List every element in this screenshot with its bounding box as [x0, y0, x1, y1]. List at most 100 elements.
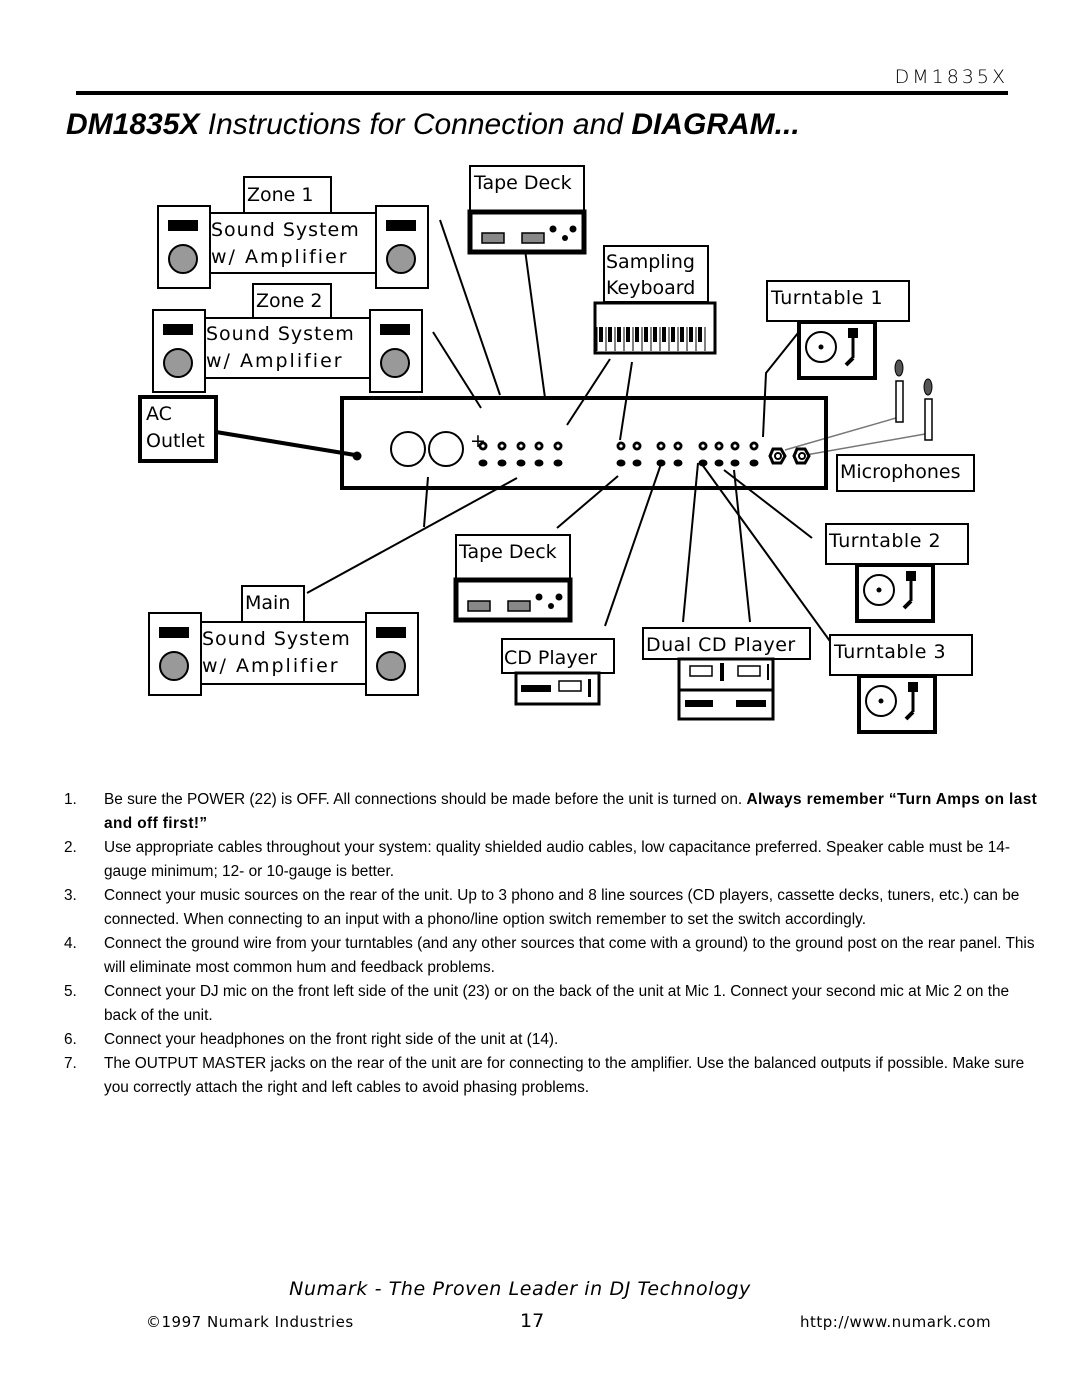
instruction-text: Connect your music sources on the rear o… — [104, 887, 1020, 928]
header-rule — [76, 91, 1008, 95]
instruction-number: 2. — [64, 839, 77, 856]
piano-key-icon — [635, 327, 639, 342]
turntable3-label: Turntable 3 — [833, 641, 946, 663]
input-jack-icon — [497, 459, 507, 467]
piano-key-icon — [644, 327, 648, 342]
keyboard-line1: Sampling — [606, 251, 695, 273]
tape-deck-icon — [456, 580, 570, 620]
turntable-icon — [797, 320, 877, 380]
cable-keyboard-2 — [619, 361, 633, 441]
cable-keyboard-1 — [566, 358, 611, 426]
piano-key-icon — [671, 327, 675, 342]
cable-turntable3 — [700, 462, 841, 656]
cable-ac-power — [215, 430, 356, 457]
turntable-2: Turntable 2 — [825, 523, 969, 623]
zone1-line2: w/ Amplifier — [211, 246, 349, 268]
tape-deck-top-label: Tape Deck — [473, 172, 572, 194]
input-jack-icon — [698, 459, 708, 467]
ac-outlet: AC Outlet — [138, 395, 218, 463]
zone1-system: Zone 1 Sound System w/ Amplifier — [157, 176, 429, 289]
main-label: Main — [245, 592, 290, 614]
cd-player-label: CD Player — [504, 647, 597, 669]
instruction-item: 7. The OUTPUT MASTER jacks on the rear of… — [64, 1052, 1039, 1100]
sampling-keyboard: Sampling Keyboard — [593, 245, 717, 355]
instruction-text: Connect the ground wire from your turnta… — [104, 935, 1035, 976]
tape-deck-bottom: Tape Deck — [456, 534, 570, 620]
instruction-text: Connect your headphones on the front rig… — [104, 1031, 559, 1048]
input-jack-icon — [749, 459, 759, 467]
microphone-icon — [895, 380, 904, 423]
ac-outlet-line2: Outlet — [146, 430, 205, 452]
tape-deck-bottom-label: Tape Deck — [458, 541, 557, 563]
instruction-item: 4. Connect the ground wire from your turn… — [64, 932, 1039, 980]
tape-deck-top: Tape Deck — [470, 165, 584, 252]
speaker-icon — [148, 612, 202, 696]
speaker-icon — [365, 612, 419, 696]
piano-key-icon — [608, 327, 612, 342]
instruction-item: 2. Use appropriate cables throughout your… — [64, 836, 1039, 884]
instruction-number: 4. — [64, 935, 77, 952]
speaker-icon — [375, 205, 429, 289]
instruction-item: 3. Connect your music sources on the rear… — [64, 884, 1039, 932]
input-jack-icon — [616, 459, 626, 467]
piano-key-icon — [698, 327, 702, 342]
piano-key-icon — [599, 327, 603, 342]
instruction-text: Connect your DJ mic on the front left si… — [104, 983, 1010, 1024]
website-link[interactable]: http://www.numark.com — [800, 1313, 991, 1331]
input-jack-icon — [673, 459, 683, 467]
instruction-number: 5. — [64, 983, 77, 1000]
input-jack-icon — [714, 459, 724, 467]
piano-key-icon — [626, 327, 630, 342]
cd-player: CD Player — [501, 638, 615, 706]
connection-diagram: Zone 1 Sound System w/ Amplifier Zone 2 … — [138, 165, 975, 734]
input-jack-icon — [553, 459, 563, 467]
zone1-line1: Sound System — [211, 219, 360, 241]
piano-key-icon — [689, 327, 693, 342]
cable-main-2 — [423, 476, 429, 528]
zone2-label: Zone 2 — [256, 290, 323, 312]
keyboard-line2: Keyboard — [606, 277, 695, 299]
header-model-name: DM1835X — [894, 66, 1008, 88]
tagline: Numark - The Proven Leader in DJ Technol… — [0, 1278, 1080, 1300]
piano-key-icon — [662, 327, 666, 342]
turntable1-label: Turntable 1 — [770, 287, 883, 309]
instruction-text: The OUTPUT MASTER jacks on the rear of t… — [104, 1055, 1025, 1096]
tagline-text: Numark - The Proven Leader in DJ Technol… — [289, 1278, 751, 1300]
main-line1: Sound System — [202, 628, 351, 650]
cable-mic-2 — [799, 433, 926, 457]
turntable2-label: Turntable 2 — [828, 530, 941, 552]
input-jack-icon — [478, 459, 488, 467]
page-number: 17 — [520, 1310, 545, 1332]
instruction-number: 3. — [64, 887, 77, 904]
piano-key-icon — [680, 327, 684, 342]
input-jack-icon — [534, 459, 544, 467]
mixer-unit-icon: + — [340, 396, 828, 490]
instruction-number: 1. — [64, 791, 77, 808]
zone2-line2: w/ Amplifier — [206, 350, 344, 372]
zone2-line1: Sound System — [206, 323, 355, 345]
copyright: ©1997 Numark Industries — [146, 1313, 354, 1331]
cable-turntable1 — [762, 332, 799, 438]
tape-deck-icon — [470, 212, 584, 252]
cable-mic-1 — [784, 417, 897, 451]
input-jack-icon — [730, 459, 740, 467]
instruction-number: 7. — [64, 1055, 77, 1072]
ac-outlet-line1: AC — [146, 403, 172, 425]
piano-key-icon — [617, 327, 621, 342]
input-jack-icon — [632, 459, 642, 467]
dual-cd-player-label: Dual CD Player — [646, 634, 796, 656]
piano-key-icon — [653, 327, 657, 342]
turntable-icon — [855, 563, 935, 623]
turntable-icon — [857, 674, 937, 734]
input-jack-icon — [656, 459, 666, 467]
main-system: Main Sound System w/ Amplifier — [148, 585, 419, 696]
dual-cd-player-icon — [677, 657, 775, 721]
zone1-label: Zone 1 — [247, 184, 314, 206]
instruction-item: 5. Connect your DJ mic on the front left … — [64, 980, 1039, 1028]
instruction-item: 6. Connect your headphones on the front r… — [64, 1028, 1039, 1052]
title-model: DM1835X — [66, 108, 200, 141]
instruction-number: 6. — [64, 1031, 77, 1048]
instruction-text: Be sure the POWER (22) is OFF. All conne… — [104, 791, 747, 808]
instructions-list: 1. Be sure the POWER (22) is OFF. All con… — [64, 788, 1039, 1100]
speaker-icon — [369, 309, 423, 393]
